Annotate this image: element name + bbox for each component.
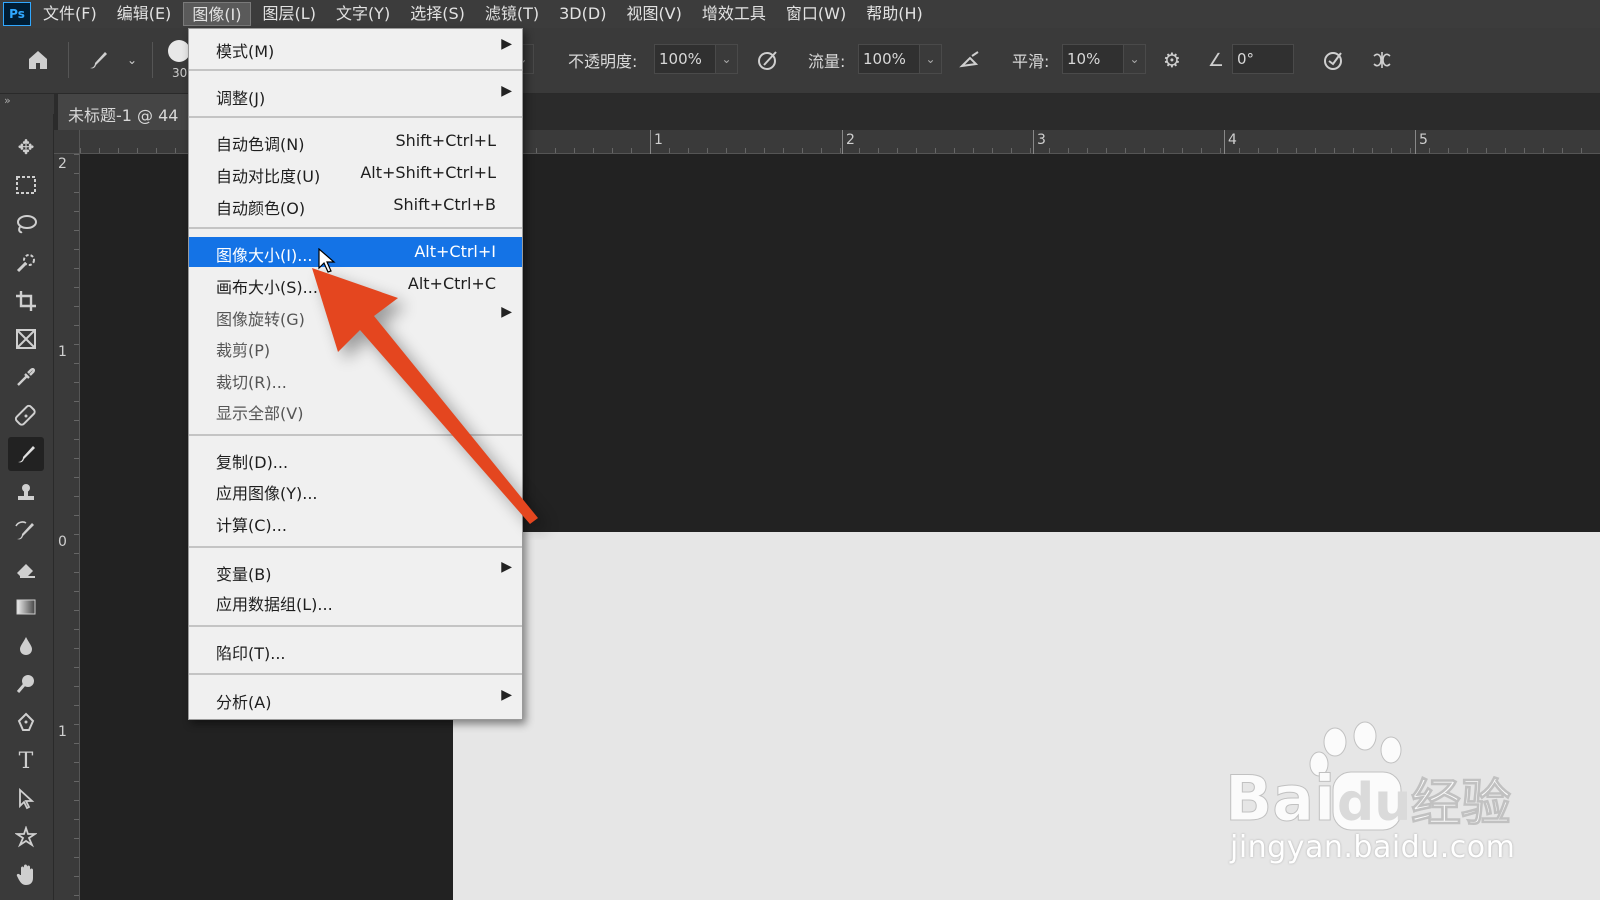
frame-icon[interactable]	[8, 322, 44, 356]
angle-input[interactable]: 0°	[1232, 44, 1294, 74]
move-icon[interactable]: ✥	[8, 130, 44, 164]
menu-help[interactable]: 帮助(H)	[858, 2, 931, 26]
menu-item-analysis[interactable]: 分析(A) ▶	[189, 684, 522, 714]
ruler-label: 2	[846, 132, 855, 148]
opacity-label: 不透明度:	[568, 52, 638, 71]
menu-file[interactable]: 文件(F)	[35, 2, 105, 26]
submenu-arrow-icon: ▶	[501, 83, 512, 99]
document-tab[interactable]: 未标题-1 @ 44	[58, 94, 198, 130]
eyedropper-icon[interactable]	[8, 360, 44, 394]
menu-item-apply-data-set[interactable]: 应用数据组(L)...	[189, 586, 522, 616]
ruler-label: 1	[58, 724, 67, 740]
menu-layer[interactable]: 图层(L)	[255, 2, 324, 26]
brush-icon[interactable]	[8, 437, 44, 471]
pressure-size-icon[interactable]	[1318, 44, 1350, 76]
history-brush-icon[interactable]	[8, 514, 44, 548]
crop-icon[interactable]	[8, 284, 44, 318]
submenu-arrow-icon: ▶	[501, 36, 512, 52]
symmetry-icon[interactable]	[1366, 44, 1398, 76]
photoshop-logo: Ps	[3, 2, 31, 26]
menu-3d[interactable]: 3D(D)	[551, 2, 614, 26]
gradient-icon[interactable]	[8, 590, 44, 624]
mouse-cursor-icon	[318, 248, 336, 273]
menu-item-canvas-size[interactable]: 画布大小(S)... Alt+Ctrl+C	[189, 269, 522, 299]
ruler-label: 5	[1419, 132, 1428, 148]
toolbar-collapse-icon[interactable]: »	[0, 94, 54, 114]
menu-item-calculations[interactable]: 计算(C)...	[189, 507, 522, 537]
airbrush-icon[interactable]	[954, 44, 986, 76]
svg-text:经验: 经验	[1411, 774, 1511, 832]
marquee-icon[interactable]	[8, 168, 44, 202]
submenu-arrow-icon: ▶	[501, 687, 512, 703]
menu-edit[interactable]: 编辑(E)	[109, 2, 180, 26]
bandage-icon[interactable]	[8, 399, 44, 433]
menu-item-crop[interactable]: 裁剪(P)	[189, 332, 522, 362]
flow-label: 流量:	[808, 52, 846, 71]
smoothing-dropdown-icon[interactable]: ⌄	[1124, 44, 1146, 74]
menu-bar: Ps 文件(F) 编辑(E) 图像(I) 图层(L) 文字(Y) 选择(S) 滤…	[0, 0, 1600, 28]
smoothing-input[interactable]: 10%	[1062, 44, 1124, 74]
brush-preset-icon[interactable]	[82, 44, 114, 76]
tools-panel: ✥ T	[0, 114, 54, 900]
menu-view[interactable]: 视图(V)	[618, 2, 689, 26]
menu-item-mode[interactable]: 模式(M) ▶	[189, 33, 522, 63]
eraser-icon[interactable]	[8, 552, 44, 586]
menu-filter[interactable]: 滤镜(T)	[477, 2, 547, 26]
ruler-label: 1	[58, 344, 67, 360]
svg-text:Bai: Bai	[1225, 762, 1335, 835]
menu-item-trap[interactable]: 陷印(T)...	[189, 635, 522, 665]
menu-item-trim[interactable]: 裁切(R)...	[189, 364, 522, 394]
menu-item-auto-color[interactable]: 自动颜色(O) Shift+Ctrl+B	[189, 190, 522, 220]
ruler-label: 2	[58, 156, 67, 172]
lasso-icon[interactable]	[8, 207, 44, 241]
menu-image[interactable]: 图像(I)	[183, 2, 251, 26]
submenu-arrow-icon: ▶	[501, 559, 512, 575]
opacity-input[interactable]: 100%	[654, 44, 716, 74]
menu-item-apply-image[interactable]: 应用图像(Y)...	[189, 475, 522, 505]
quick-select-icon[interactable]	[8, 246, 44, 280]
shape-icon[interactable]	[8, 820, 44, 854]
brush-size-preview[interactable]	[168, 40, 190, 62]
ruler-label: 3	[1037, 132, 1046, 148]
arrow-select-icon[interactable]	[8, 782, 44, 816]
chevron-down-icon[interactable]: ⌄	[116, 44, 148, 76]
gear-icon[interactable]: ⚙	[1156, 44, 1188, 76]
menu-plugins[interactable]: 增效工具	[694, 2, 774, 26]
angle-icon: ∠	[1207, 49, 1225, 71]
svg-text:du: du	[1337, 773, 1411, 833]
menu-item-image-rotation[interactable]: 图像旋转(G) ▶	[189, 301, 522, 331]
image-menu-dropdown: 模式(M) ▶ 调整(J) ▶ 自动色调(N) Shift+Ctrl+L 自动对比度(…	[188, 28, 523, 720]
pressure-opacity-icon[interactable]	[752, 44, 784, 76]
menu-window[interactable]: 窗口(W)	[778, 2, 854, 26]
ruler-label: 0	[58, 534, 67, 550]
menu-item-auto-tone[interactable]: 自动色调(N) Shift+Ctrl+L	[189, 126, 522, 156]
ruler-vertical: 2 1 0 1	[54, 154, 80, 900]
menu-item-image-size[interactable]: 图像大小(I)... Alt+Ctrl+I	[189, 237, 522, 267]
menu-select[interactable]: 选择(S)	[402, 2, 473, 26]
opacity-dropdown-icon[interactable]: ⌄	[716, 44, 738, 74]
ruler-label: 1	[654, 132, 663, 148]
ruler-label: 4	[1228, 132, 1237, 148]
submenu-arrow-icon: ▶	[501, 304, 512, 320]
drop-icon[interactable]	[8, 629, 44, 663]
flow-dropdown-icon[interactable]: ⌄	[920, 44, 942, 74]
menu-item-variables[interactable]: 变量(B) ▶	[189, 556, 522, 586]
menu-item-adjustments[interactable]: 调整(J) ▶	[189, 80, 522, 110]
stamp-icon[interactable]	[8, 476, 44, 510]
home-icon[interactable]	[22, 44, 54, 76]
type-icon[interactable]: T	[8, 744, 44, 778]
watermark-url: jingyan.baidu.com	[1230, 830, 1516, 865]
ruler-corner	[54, 130, 80, 154]
menu-item-reveal-all[interactable]: 显示全部(V)	[189, 395, 522, 425]
pen-icon[interactable]	[8, 706, 44, 740]
hand-icon[interactable]	[8, 858, 44, 892]
brush-size-value: 30	[172, 66, 188, 80]
menu-item-duplicate[interactable]: 复制(D)...	[189, 444, 522, 474]
smoothing-label: 平滑:	[1012, 52, 1050, 71]
dodge-icon[interactable]	[8, 667, 44, 701]
menu-type[interactable]: 文字(Y)	[328, 2, 398, 26]
flow-input[interactable]: 100%	[858, 44, 920, 74]
menu-item-auto-contrast[interactable]: 自动对比度(U) Alt+Shift+Ctrl+L	[189, 158, 522, 188]
